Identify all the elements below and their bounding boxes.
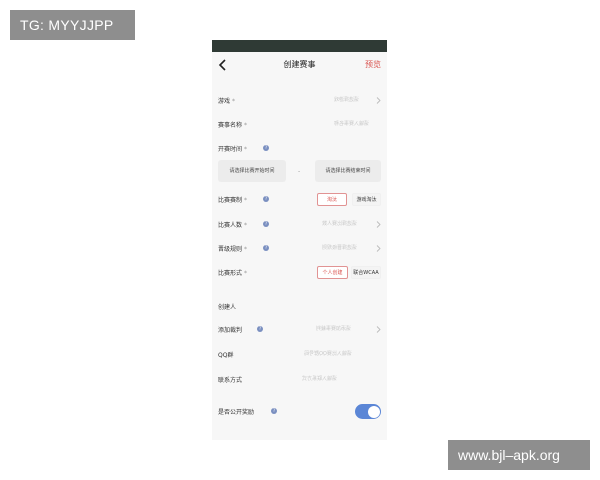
players-placeholder: 请选择比赛人数	[322, 221, 358, 227]
mode-label: 比赛形式	[218, 270, 243, 277]
help-icon[interactable]: ?	[263, 145, 269, 151]
qq-group-row: QQ群 请输入比赛QQ群号码	[212, 348, 387, 362]
chevron-right-icon	[376, 97, 381, 104]
start-time-row: 开赛时间 * ?	[212, 142, 387, 156]
required-mark: *	[244, 146, 248, 153]
help-icon[interactable]: ?	[263, 196, 269, 202]
end-time-button[interactable]: 请选择比赛结束时间	[315, 160, 381, 182]
phone-screen: 创建赛事 预览 游戏 * 请选择游戏 赛事名称 * 请输入赛事名称 开赛时间 * ? …	[212, 40, 387, 440]
start-time-label: 开赛时间	[218, 146, 243, 153]
watermark-bottom: www.bjl–apk.org	[448, 440, 590, 470]
event-name-row[interactable]: 赛事名称 * 请输入赛事名称	[212, 118, 387, 132]
required-mark: *	[244, 122, 248, 129]
chevron-right-icon	[376, 326, 381, 333]
chevron-right-icon	[376, 245, 381, 252]
mode-row: 比赛形式 * 个人创建 联合WCAA	[212, 266, 387, 280]
players-row[interactable]: 比赛人数 * ? 请选择比赛人数	[212, 218, 387, 232]
advance-label: 晋级规则	[218, 246, 243, 253]
contact-label: 联系方式	[218, 377, 243, 384]
event-name-label: 赛事名称	[218, 122, 243, 129]
nav-bar: 创建赛事 预览	[212, 52, 387, 78]
start-time-button[interactable]: 请选择比赛开始时间	[218, 160, 286, 182]
referee-label: 添加裁判	[218, 327, 243, 334]
mode-option-personal[interactable]: 个人创建	[317, 266, 348, 279]
game-placeholder: 请选择游戏	[334, 97, 360, 103]
format-option-knockout[interactable]: 淘汰	[317, 193, 347, 206]
help-icon[interactable]: ?	[271, 408, 277, 414]
chevron-right-icon	[376, 221, 381, 228]
mode-option-joint-wcaa[interactable]: 联合WCAA	[351, 266, 381, 279]
players-label: 比赛人数	[218, 222, 243, 229]
page-title: 创建赛事	[283, 60, 316, 69]
required-mark: *	[232, 98, 236, 105]
time-range-row: 请选择比赛开始时间 - 请选择比赛结束时间	[212, 160, 387, 182]
contact-row: 联系方式 请输入联系方式	[212, 373, 387, 387]
advance-row[interactable]: 晋级规则 * ? 请选择晋级规则	[212, 242, 387, 256]
watermark-top: TG: MYYJJPP	[10, 10, 135, 40]
format-label: 比赛赛制	[218, 197, 243, 204]
creator-label: 创建人	[218, 304, 237, 311]
game-label: 游戏	[218, 98, 231, 105]
qq-group-label: QQ群	[218, 352, 234, 359]
public-reward-label: 是否公开奖励	[218, 409, 255, 416]
qq-group-input[interactable]: 请输入比赛QQ群号码	[304, 350, 352, 357]
required-mark: *	[244, 246, 248, 253]
referee-row[interactable]: 添加裁判 ? 请添加赛事裁判	[212, 323, 387, 337]
format-option-game-knockout[interactable]: 游戏淘汰	[352, 193, 381, 206]
contact-input[interactable]: 请输入联系方式	[302, 375, 337, 382]
help-icon[interactable]: ?	[257, 326, 263, 332]
required-mark: *	[244, 270, 248, 277]
preview-button[interactable]: 预览	[365, 59, 381, 70]
status-bar	[212, 40, 387, 52]
help-icon[interactable]: ?	[263, 221, 269, 227]
toggle-knob	[367, 405, 380, 418]
format-row: 比赛赛制 * ? 淘汰 游戏淘汰	[212, 193, 387, 207]
public-reward-row: 是否公开奖励 ?	[212, 404, 387, 419]
game-row[interactable]: 游戏 * 请选择游戏	[212, 94, 387, 108]
help-icon[interactable]: ?	[263, 245, 269, 251]
event-name-input[interactable]: 请输入赛事名称	[334, 120, 369, 127]
required-mark: *	[244, 197, 248, 204]
public-reward-toggle[interactable]	[355, 404, 381, 419]
advance-placeholder: 请选择晋级规则	[322, 245, 358, 251]
referee-placeholder: 请添加赛事裁判	[316, 326, 352, 332]
time-separator: -	[298, 168, 301, 175]
required-mark: *	[244, 222, 248, 229]
